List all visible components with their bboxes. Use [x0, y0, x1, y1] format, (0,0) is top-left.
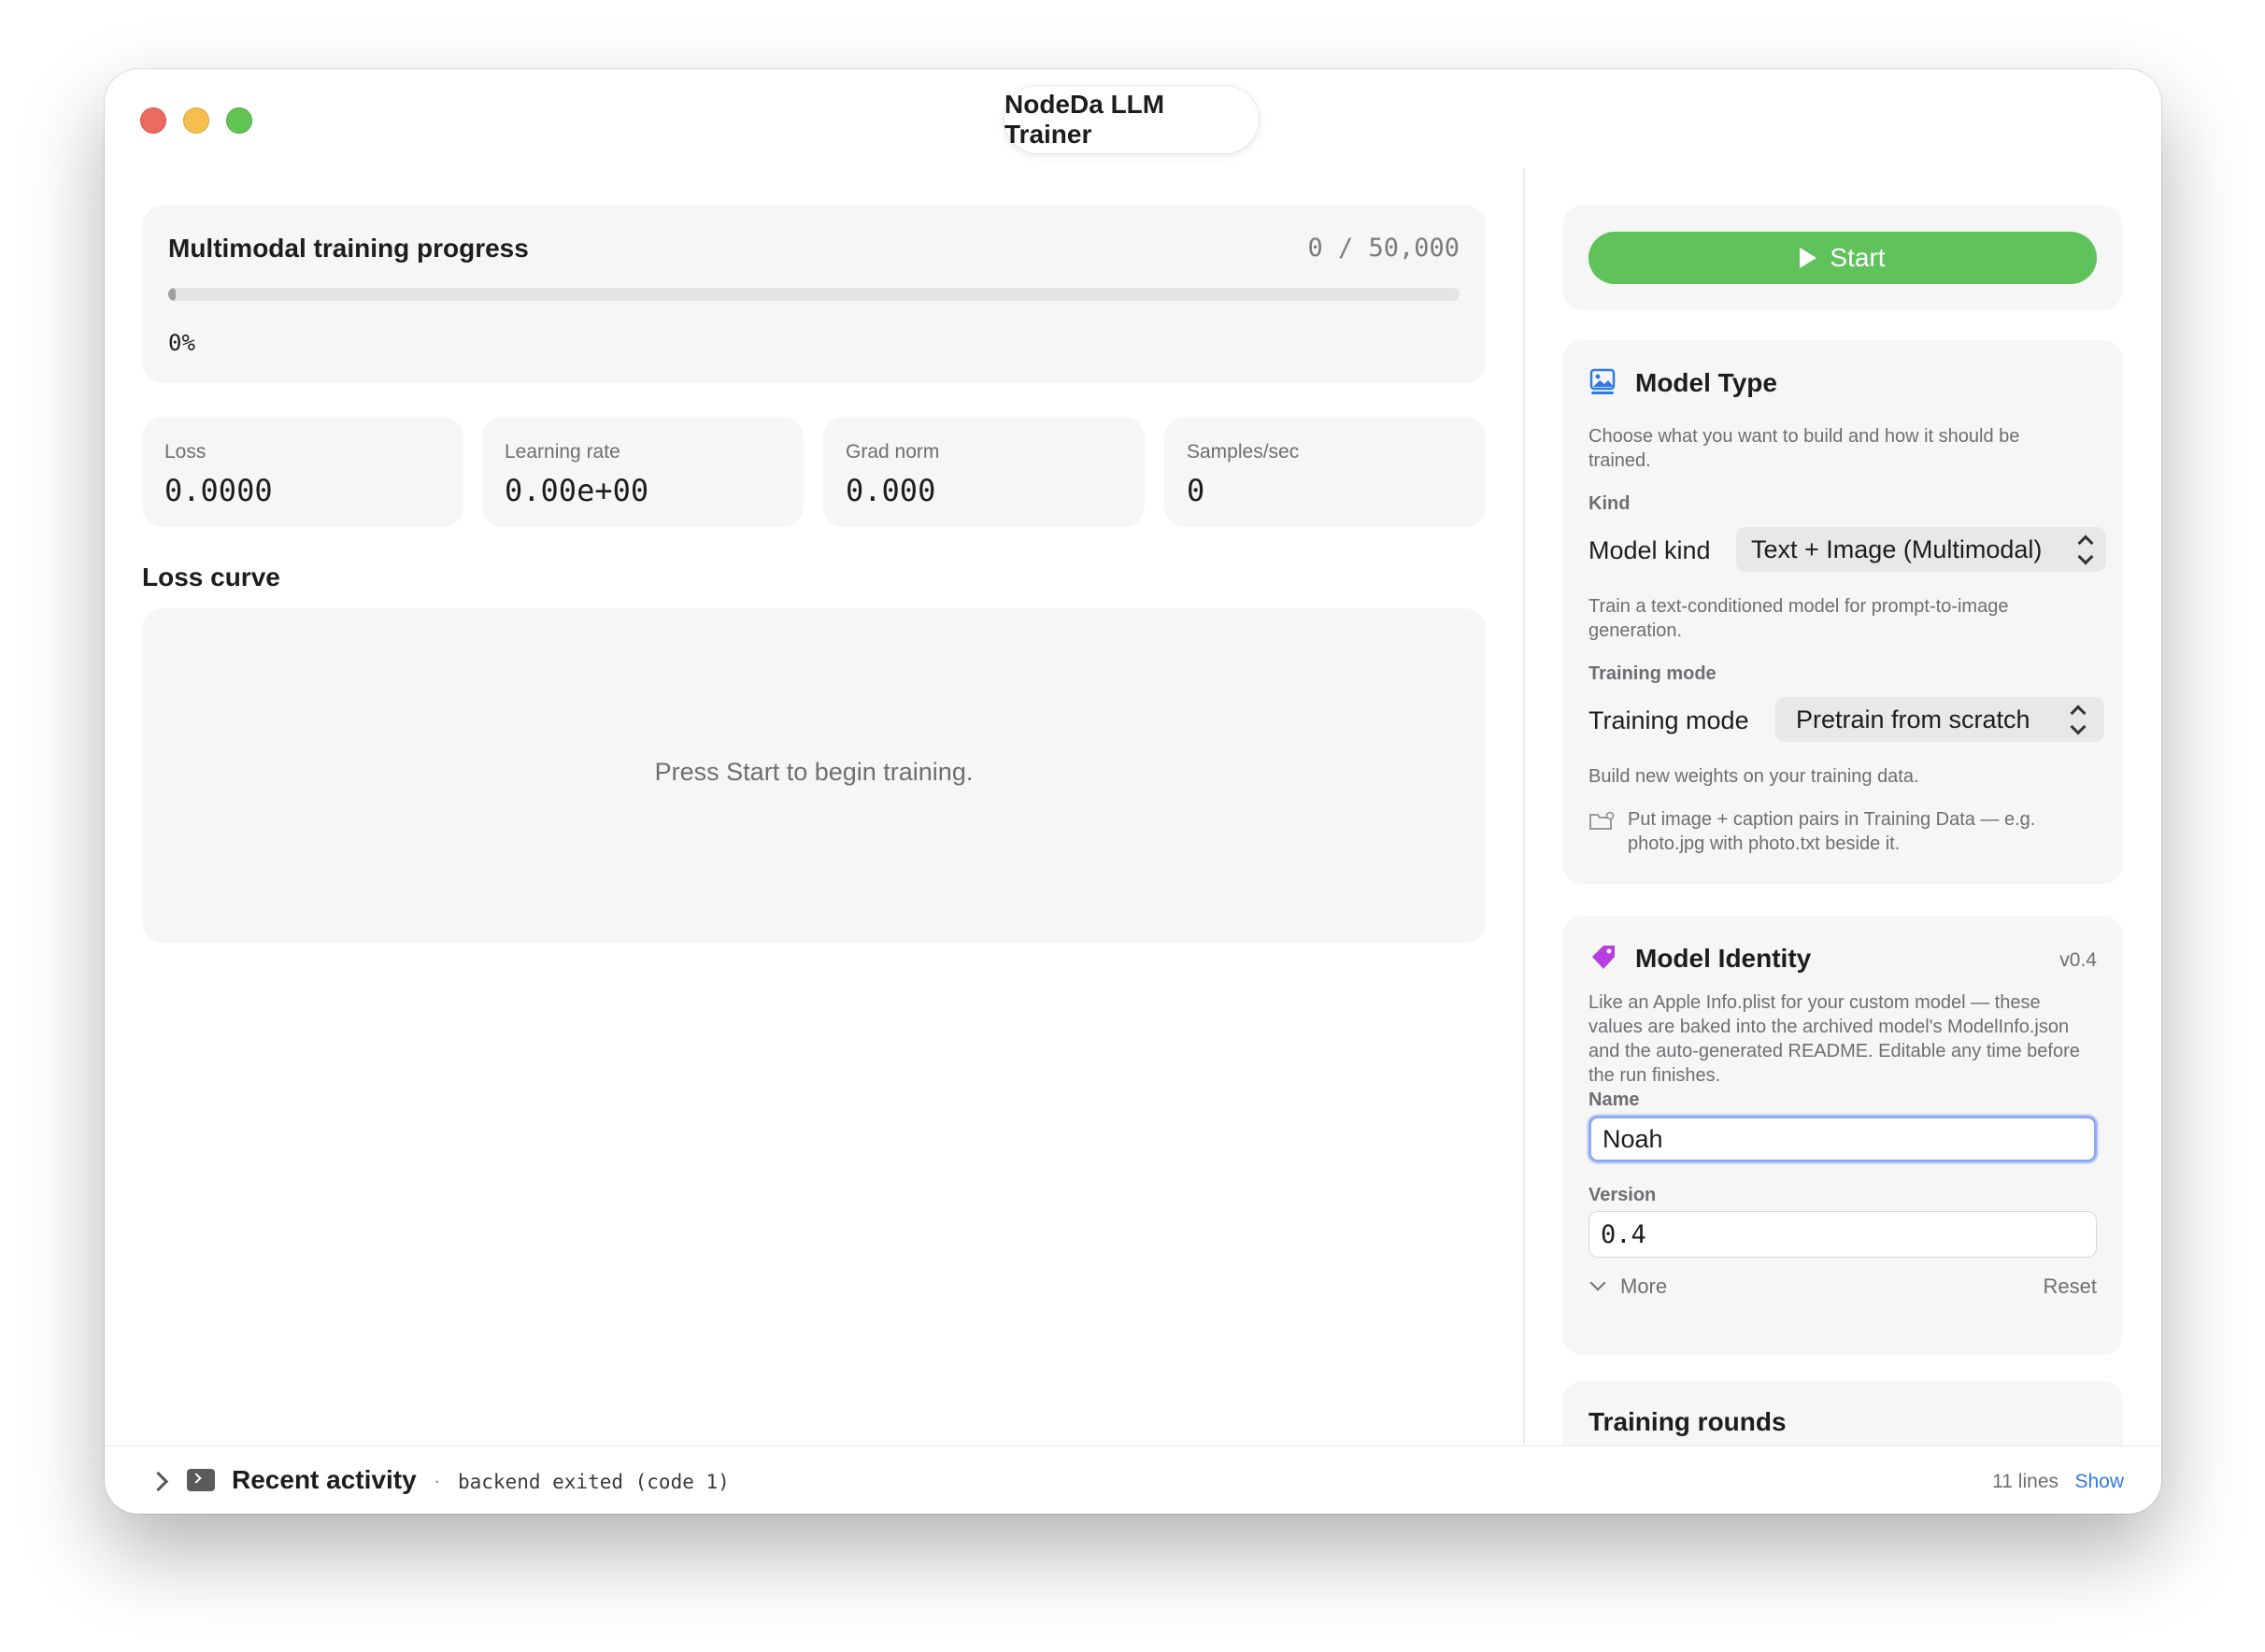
model-kind-label: Model kind	[1588, 536, 1711, 564]
activity-line-count: 11 lines	[1992, 1471, 2058, 1492]
column-divider	[1523, 168, 1525, 1445]
training-mode-help: Build new weights on your training data.	[1588, 766, 1919, 787]
training-mode-section-label: Training mode	[1588, 663, 1717, 684]
play-icon	[1800, 248, 1817, 268]
kind-section-label: Kind	[1588, 493, 1631, 514]
close-window-button[interactable]	[140, 107, 166, 134]
version-field[interactable]	[1588, 1211, 2097, 1258]
training-progress-card: Multimodal training progress 0 / 50,000 …	[142, 206, 1486, 383]
training-mode-value: Pretrain from scratch	[1796, 705, 2030, 733]
metric-value: 0.0000	[164, 473, 273, 508]
training-rounds-title: Training rounds	[1588, 1407, 1787, 1436]
model-kind-select[interactable]: Text + Image (Multimodal)	[1736, 527, 2106, 572]
recent-activity-title: Recent activity	[232, 1465, 417, 1494]
more-label: More	[1620, 1275, 1668, 1298]
metric-loss: Loss 0.0000	[142, 417, 463, 527]
model-kind-value: Text + Image (Multimodal)	[1751, 534, 2043, 563]
progress-percent: 0%	[168, 330, 195, 356]
more-toggle[interactable]: More	[1589, 1275, 1668, 1299]
model-identity-card: Model Identity v0.4 Like an Apple Info.p…	[1562, 916, 2123, 1355]
name-field-label: Name	[1588, 1089, 1640, 1110]
progress-bar-fill	[168, 288, 176, 301]
tag-icon	[1592, 946, 1615, 969]
metric-label: Loss	[164, 441, 207, 463]
metric-value: 0.000	[846, 473, 936, 508]
model-type-description: Choose what you want to build and how it…	[1588, 426, 2020, 471]
activity-status: backend exited (code 1)	[458, 1471, 730, 1493]
training-data-hint: Put image + caption pairs in Training Da…	[1628, 809, 2036, 854]
model-identity-title: Model Identity	[1635, 944, 1812, 973]
start-button[interactable]: Start	[1588, 232, 2097, 284]
start-button-label: Start	[1830, 243, 1886, 272]
model-type-card: Model Type Choose what you want to build…	[1562, 340, 2123, 884]
chevron-up-down-icon	[2070, 705, 2087, 735]
loss-curve-empty-message: Press Start to begin training.	[654, 758, 974, 786]
metric-learning-rate: Learning rate 0.00e+00	[482, 417, 804, 527]
progress-bar	[168, 288, 1460, 301]
metric-value: 0.00e+00	[505, 473, 649, 508]
training-mode-label: Training mode	[1588, 706, 1749, 734]
name-field[interactable]	[1588, 1116, 2097, 1162]
training-mode-select[interactable]: Pretrain from scratch	[1775, 697, 2104, 742]
image-icon	[1589, 368, 1616, 394]
metric-value: 0	[1187, 473, 1205, 508]
terminal-icon	[187, 1469, 215, 1491]
chevron-down-icon	[1589, 1275, 1606, 1291]
window-title: NodeDa LLM Trainer	[1004, 86, 1259, 153]
separator-dot: ·	[434, 1469, 441, 1492]
metric-label: Learning rate	[505, 441, 620, 463]
recent-activity-bar: Recent activity · backend exited (code 1…	[105, 1446, 2161, 1514]
progress-title: Multimodal training progress	[168, 234, 529, 263]
minimize-window-button[interactable]	[183, 107, 209, 134]
chevron-up-down-icon	[2077, 534, 2094, 565]
loss-curve-chart: Press Start to begin training.	[142, 608, 1486, 943]
metric-grad-norm: Grad norm 0.000	[823, 417, 1145, 527]
metric-samples-per-sec: Samples/sec 0	[1164, 417, 1486, 527]
chevron-right-icon[interactable]	[148, 1471, 169, 1492]
show-activity-link[interactable]: Show	[2074, 1471, 2124, 1493]
reset-button[interactable]: Reset	[2044, 1275, 2097, 1299]
metric-label: Samples/sec	[1187, 441, 1300, 463]
model-type-title: Model Type	[1635, 368, 1777, 397]
zoom-window-button[interactable]	[226, 107, 252, 134]
version-field-label: Version	[1588, 1185, 1657, 1205]
progress-count: 0 / 50,000	[1307, 234, 1460, 263]
loss-curve-title: Loss curve	[142, 563, 280, 591]
app-window: NodeDa LLM Trainer Multimodal training p…	[105, 69, 2161, 1514]
metric-label: Grad norm	[846, 441, 940, 463]
model-kind-help: Train a text-conditioned model for promp…	[1588, 596, 2009, 641]
model-identity-description: Like an Apple Info.plist for your custom…	[1588, 992, 2080, 1086]
folder-icon	[1589, 811, 1615, 830]
start-card: Start	[1562, 206, 2123, 310]
model-version-tag: v0.4	[2059, 949, 2097, 971]
